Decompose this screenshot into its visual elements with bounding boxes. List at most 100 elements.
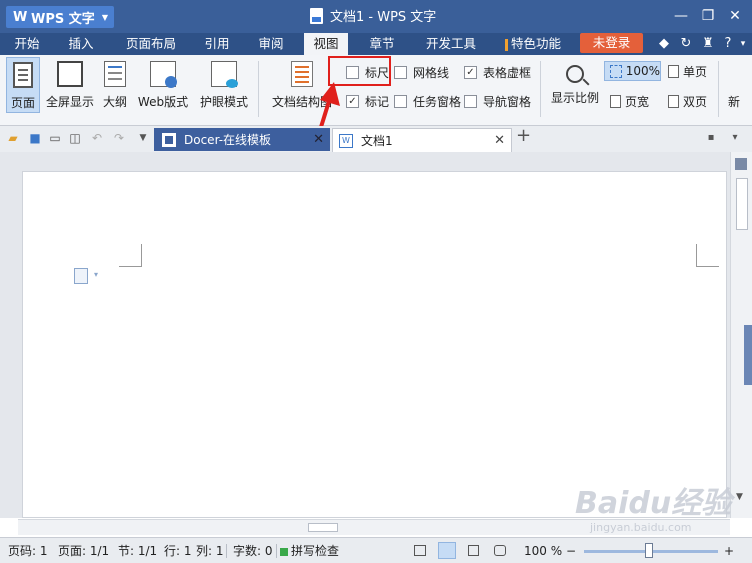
page-view-icon[interactable] (438, 542, 456, 559)
restore-icon[interactable]: ❐ (697, 6, 719, 26)
shirt-icon[interactable]: ♜ (700, 36, 716, 52)
tab-special[interactable]: 特色功能 (500, 33, 566, 55)
zoom-in-button[interactable]: + (724, 542, 734, 560)
side-panel-toggle[interactable] (744, 325, 752, 385)
collapse-icon[interactable]: ▾ (735, 36, 751, 52)
tab-document1[interactable]: W 文档1 ✕ (332, 128, 512, 152)
tab-insert[interactable]: 插入 (58, 33, 104, 55)
redo-icon[interactable]: ↷ (112, 131, 126, 145)
two-page-icon (668, 94, 679, 108)
markup-checkbox[interactable]: ✓ 标记 (346, 92, 389, 110)
tab-list-icon[interactable]: ▪ (704, 131, 718, 145)
page-icon (13, 62, 33, 88)
scroll-top-icon[interactable] (735, 158, 747, 170)
tab-view[interactable]: 视图 (304, 33, 348, 55)
scroll-down-icon[interactable]: ▼ (736, 492, 743, 502)
close-icon[interactable]: ✕ (494, 133, 505, 148)
document-page[interactable] (22, 171, 727, 518)
open-folder-icon[interactable]: ▰ (6, 131, 20, 145)
watermark-url: jingyan.baidu.com (590, 521, 692, 534)
tab-page-layout[interactable]: 页面布局 (118, 33, 184, 55)
tab-start[interactable]: 开始 (4, 33, 50, 55)
quick-access-dropdown-icon[interactable]: ▼ (136, 131, 150, 145)
gridlines-checkbox[interactable]: 网格线 (394, 63, 449, 81)
new-tab-button[interactable]: + (516, 127, 531, 145)
margin-corner-left (119, 244, 142, 267)
single-page-icon (668, 64, 679, 78)
two-page-button[interactable]: 双页 (668, 91, 707, 111)
title-bar: W WPS 文字 ▼ 文档1 - WPS 文字 — ❐ ✕ (0, 0, 752, 33)
tab-references[interactable]: 引用 (196, 33, 238, 55)
zoom-100-button[interactable]: 100% (604, 61, 661, 81)
help-icon[interactable]: ? (720, 36, 736, 52)
spell-check-label: 拼写检查 (291, 544, 340, 558)
page-width-button[interactable]: 页宽 (610, 91, 649, 111)
close-icon[interactable]: ✕ (313, 132, 324, 147)
save-icon[interactable]: ■ (28, 131, 42, 145)
app-label: WPS 文字 (31, 11, 95, 27)
table-gridlines-checkbox[interactable]: ✓ 表格虚框 (464, 63, 531, 81)
scroll-thumb[interactable] (736, 178, 748, 230)
tab-document1-label: 文档1 (361, 134, 393, 148)
markup-label: 标记 (365, 94, 390, 109)
tab-review[interactable]: 审阅 (250, 33, 292, 55)
nav-pane-checkbox-box[interactable] (464, 94, 477, 108)
chevron-down-icon[interactable]: ▾ (94, 270, 98, 279)
table-gridlines-checkbox-box[interactable]: ✓ (464, 65, 477, 79)
print-preview-icon[interactable]: ◫ (68, 131, 82, 145)
fullscreen-button[interactable]: 全屏显示 (42, 57, 98, 113)
zoom-level: 100 % (524, 544, 563, 558)
nav-pane-checkbox[interactable]: 导航窗格 (464, 92, 531, 110)
status-divider (226, 544, 227, 558)
page-code: 页码: 1 (8, 544, 48, 558)
fullscreen-icon (57, 61, 83, 87)
window-title: 文档1 - WPS 文字 (310, 6, 436, 25)
word-document-icon: W (339, 133, 353, 148)
ribbon-divider (258, 61, 259, 117)
history-icon[interactable]: ↻ (678, 36, 694, 52)
eye-protection-button[interactable]: 护眼模式 (196, 57, 252, 113)
page-width-icon (610, 94, 621, 108)
spell-check-button[interactable]: 拼写检查 (280, 542, 339, 560)
web-view-icon[interactable] (494, 545, 506, 556)
login-button[interactable]: 未登录 (580, 33, 643, 53)
tab-developer[interactable]: 开发工具 (418, 33, 484, 55)
page-view-button[interactable]: 页面 (6, 57, 40, 113)
document-icon (310, 7, 323, 24)
page-width-label: 页宽 (625, 94, 650, 109)
markup-checkbox-box[interactable]: ✓ (346, 94, 359, 108)
fullscreen-view-icon[interactable] (414, 545, 426, 556)
app-menu-button[interactable]: W WPS 文字 ▼ (6, 6, 114, 28)
scroll-thumb[interactable] (308, 523, 338, 532)
paragraph-layout-icon[interactable] (74, 268, 88, 284)
tab-menu-icon[interactable]: ▾ (728, 131, 742, 145)
outline-label: 大纲 (102, 95, 127, 109)
tab-chapter[interactable]: 章节 (360, 33, 404, 55)
new-window-button[interactable]: 新 (724, 57, 744, 113)
eye-protection-icon (211, 61, 238, 88)
tab-docer[interactable]: Docer-在线模板 ✕ (154, 128, 330, 151)
single-page-label: 单页 (683, 64, 708, 79)
print-icon[interactable]: ▭ (48, 131, 62, 145)
zoom-slider-thumb[interactable] (645, 543, 653, 558)
status-bar: 页码: 1 页面: 1/1 节: 1/1 行: 1 列: 1 字数: 0 拼写检… (0, 537, 752, 563)
zoom-ratio-label: 显示比例 (550, 91, 599, 105)
watermark: Baidu经验 (575, 486, 732, 521)
task-pane-checkbox-box[interactable] (394, 94, 407, 108)
spell-check-icon (280, 547, 288, 556)
zoom-out-button[interactable]: − (566, 542, 576, 560)
undo-icon[interactable]: ↶ (90, 131, 104, 145)
outline-button[interactable]: 大纲 (100, 57, 130, 113)
single-page-button[interactable]: 单页 (668, 61, 707, 81)
skin-icon[interactable]: ◆ (656, 36, 672, 52)
task-pane-checkbox[interactable]: 任务窗格 (394, 92, 461, 110)
minimize-icon[interactable]: — (670, 6, 692, 26)
zoom-ratio-button[interactable]: 显示比例 (548, 57, 602, 113)
help-label: ? (724, 36, 732, 51)
table-gridlines-label: 表格虚框 (483, 65, 532, 80)
gridlines-checkbox-box[interactable] (394, 65, 407, 79)
web-layout-button[interactable]: Web版式 (134, 57, 192, 113)
page-count: 页面: 1/1 (58, 544, 110, 558)
outline-view-icon[interactable] (468, 545, 479, 556)
close-icon[interactable]: ✕ (724, 6, 746, 26)
